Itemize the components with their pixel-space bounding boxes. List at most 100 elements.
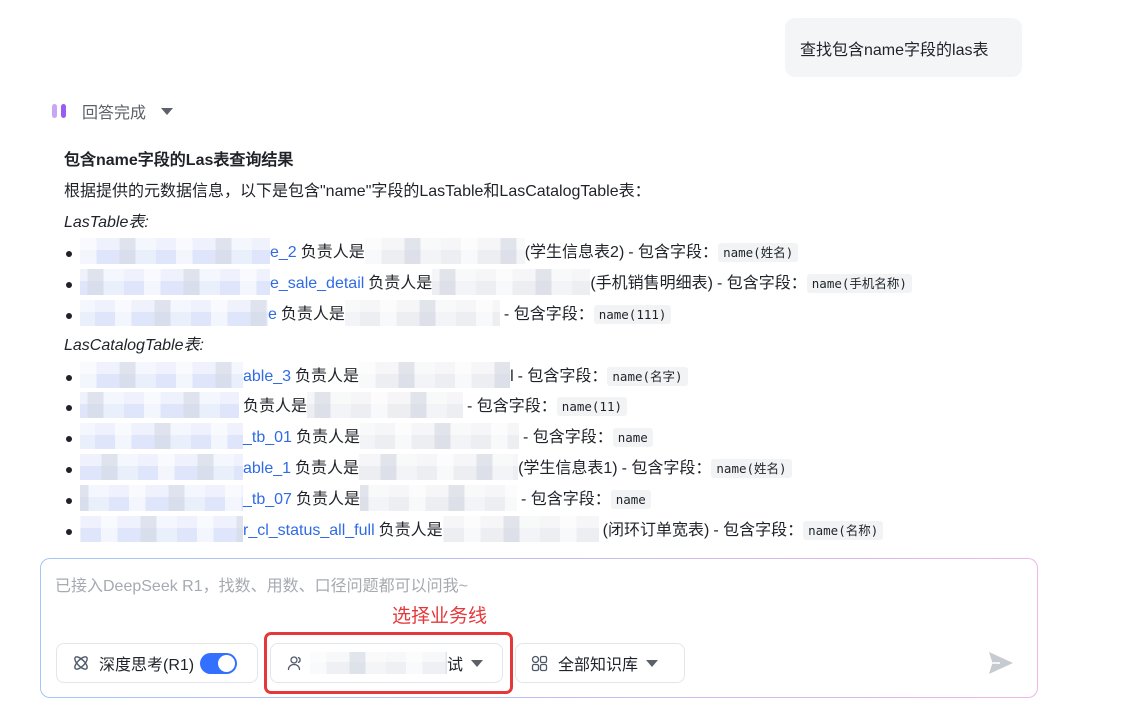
field-code: name(111) (593, 304, 672, 324)
redacted-table-name (80, 361, 243, 388)
las-catalog-table-item: able_3 负责人是 l - 包含字段： name(名字) (64, 361, 1104, 393)
las-catalog-table-item: 负责人是 - 包含字段： name(11) (64, 392, 1104, 423)
table-name: able_3 (243, 367, 292, 385)
table-name: r_cl_status_all_full (243, 521, 375, 539)
answer-heading: 包含name字段的Las表查询结果 (64, 152, 294, 169)
table-link[interactable]: able_1 (80, 453, 292, 480)
owner-label: 负责人是 (295, 490, 360, 508)
las-table-item: e 负责人是 - 包含字段： name(111) (64, 299, 1104, 331)
table-name: able_1 (243, 459, 292, 477)
fields-label: - 包含字段： (621, 459, 712, 477)
field-code: name(11) (556, 397, 628, 417)
las-catalog-table-item: r_cl_status_all_full 负责人是 (闭环订单宽表) - 包含字段： n… (64, 515, 1104, 547)
chat-composer: 深度思考(R1) 试 全部知识库 (40, 558, 1038, 698)
owner-label: 负责人是 (295, 459, 360, 477)
fields-label: - 包含字段： (520, 490, 611, 508)
table-link[interactable]: _tb_07 (80, 484, 292, 511)
caret-down-icon (161, 107, 174, 115)
table-link[interactable]: e (80, 299, 277, 326)
fields-label: - 包含字段： (713, 521, 804, 539)
grid-icon (531, 655, 548, 672)
deep-think-button[interactable]: 深度思考(R1) (56, 643, 258, 683)
deep-think-toggle[interactable] (200, 652, 238, 674)
user-message-text: 查找包含name字段的las表 (800, 41, 989, 59)
table-link[interactable]: r_cl_status_all_full (80, 515, 375, 542)
fields-label: - 包含字段： (716, 275, 807, 293)
redacted-table-name (80, 269, 270, 296)
table-link[interactable]: _tb_01 (80, 423, 292, 450)
send-icon (987, 650, 1015, 676)
redacted-owner-name (359, 423, 519, 450)
las-table-item: e_sale_detail 负责人是 (手机销售明细表) - 包含字段： name(手机… (64, 269, 1104, 300)
table-name: _tb_07 (243, 490, 292, 508)
table-name: e_2 (270, 244, 297, 262)
section-title-las-catalog-table: LasCatalogTable表: (64, 336, 204, 354)
business-line-select[interactable]: 试 (270, 643, 503, 683)
chat-input[interactable] (55, 576, 1015, 600)
table-link[interactable]: e_2 (80, 238, 297, 265)
las-catalog-table-item: _tb_01 负责人是 - 包含字段： name (64, 423, 1104, 454)
knowledge-base-label: 全部知识库 (558, 657, 639, 674)
thinking-bars-icon (52, 104, 66, 118)
owner-name-tail: l (510, 367, 514, 385)
table-description: (闭环订单宽表) (602, 521, 710, 539)
fields-label: - 包含字段： (517, 367, 608, 385)
redacted-owner-name (359, 484, 517, 511)
table-description: (学生信息表1) (518, 459, 618, 477)
table-link[interactable]: able_3 (80, 361, 292, 388)
field-code: name(名称) (803, 520, 884, 540)
owner-label: 负责人是 (368, 275, 433, 293)
toggle-knob (218, 654, 236, 672)
field-code: name (610, 489, 651, 509)
table-name: e_sale_detail (270, 275, 365, 293)
redacted-table-name (80, 423, 243, 450)
field-code: name(名字) (607, 366, 688, 386)
knowledge-base-select[interactable]: 全部知识库 (515, 643, 685, 683)
send-button[interactable] (986, 649, 1016, 677)
table-description: (学生信息表2) (524, 244, 625, 262)
redacted-owner-name (307, 392, 464, 419)
redacted-owner-name (364, 238, 525, 265)
answer-status-toggle[interactable]: 回答完成 (52, 100, 174, 122)
fields-label: - 包含字段： (467, 398, 557, 416)
section-title-las-table: LasTable表: (64, 213, 149, 231)
answer-content: 包含name字段的Las表查询结果 根据提供的元数据信息，以下是包含"name"… (64, 146, 1104, 546)
owner-label: 负责人是 (280, 305, 345, 323)
redacted-table-name (80, 299, 268, 326)
answer-status-label: 回答完成 (82, 105, 147, 122)
redacted-table-name (80, 392, 239, 419)
redacted-table-name (80, 238, 270, 265)
deep-think-label: 深度思考(R1) (99, 657, 195, 674)
table-name: e (268, 305, 277, 323)
table-link[interactable]: e_sale_detail (80, 269, 365, 296)
redacted-table-name (80, 453, 243, 480)
chevron-down-icon (646, 659, 659, 667)
table-description: (手机销售明细表) (590, 275, 713, 293)
las-table-list: e_2 负责人是 (学生信息表2) - 包含字段： name(姓名) e_sale_de… (64, 238, 1104, 330)
field-code: name (612, 428, 653, 448)
chevron-down-icon (471, 659, 484, 667)
field-code: name(姓名) (711, 458, 792, 478)
las-catalog-table-item: able_1 负责人是 (学生信息表1) - 包含字段： name(姓名) (64, 453, 1104, 485)
redacted-owner-name (359, 361, 511, 388)
table-link[interactable] (80, 392, 239, 419)
table-name: _tb_01 (243, 429, 292, 447)
atom-icon (72, 654, 90, 672)
owner-label: 负责人是 (243, 398, 308, 416)
las-catalog-table-list: able_3 负责人是 l - 包含字段： name(名字) 负责人是 - 包含字段： na… (64, 361, 1104, 547)
owner-label: 负责人是 (295, 429, 360, 447)
fields-label: - 包含字段： (628, 244, 719, 262)
redacted-table-name (80, 515, 243, 542)
redacted-owner-name (344, 299, 500, 326)
las-catalog-table-item: _tb_07 负责人是 - 包含字段： name (64, 484, 1104, 516)
answer-intro: 根据提供的元数据信息，以下是包含"name"字段的LasTable和LasCat… (64, 182, 651, 200)
redacted-business-line (310, 652, 447, 674)
field-code: name(姓名) (718, 243, 799, 263)
owner-label: 负责人是 (378, 521, 443, 539)
fields-label: - 包含字段： (503, 305, 594, 323)
fields-label: - 包含字段： (522, 429, 613, 447)
redacted-owner-name (442, 515, 599, 542)
owner-label: 负责人是 (300, 244, 365, 262)
user-icon (287, 655, 303, 671)
redacted-owner-name (432, 269, 591, 296)
